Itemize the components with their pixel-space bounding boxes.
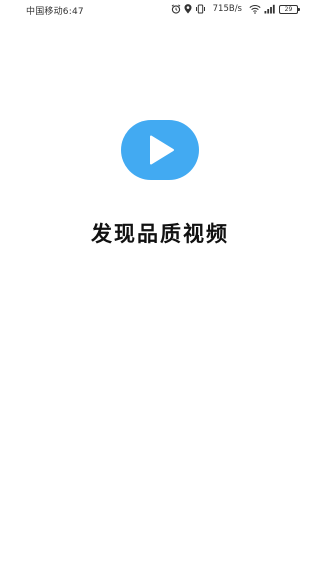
battery-icon: 29 [279,4,300,14]
cellular-signal-icon [264,4,276,14]
vibrate-icon [195,4,206,14]
alarm-icon [171,4,181,14]
status-icons: 715B/s 29 [171,3,300,15]
play-icon [150,135,174,165]
status-bar: 中国移动6:47 715B/s 29 [0,0,320,18]
carrier-time: 中国移动6:47 [26,7,84,17]
splash-title: 发现品质视频 [91,221,229,246]
net-speed: 715B/s [212,4,242,14]
app-logo [121,120,199,180]
location-icon [184,4,192,14]
wifi-icon [249,4,261,14]
